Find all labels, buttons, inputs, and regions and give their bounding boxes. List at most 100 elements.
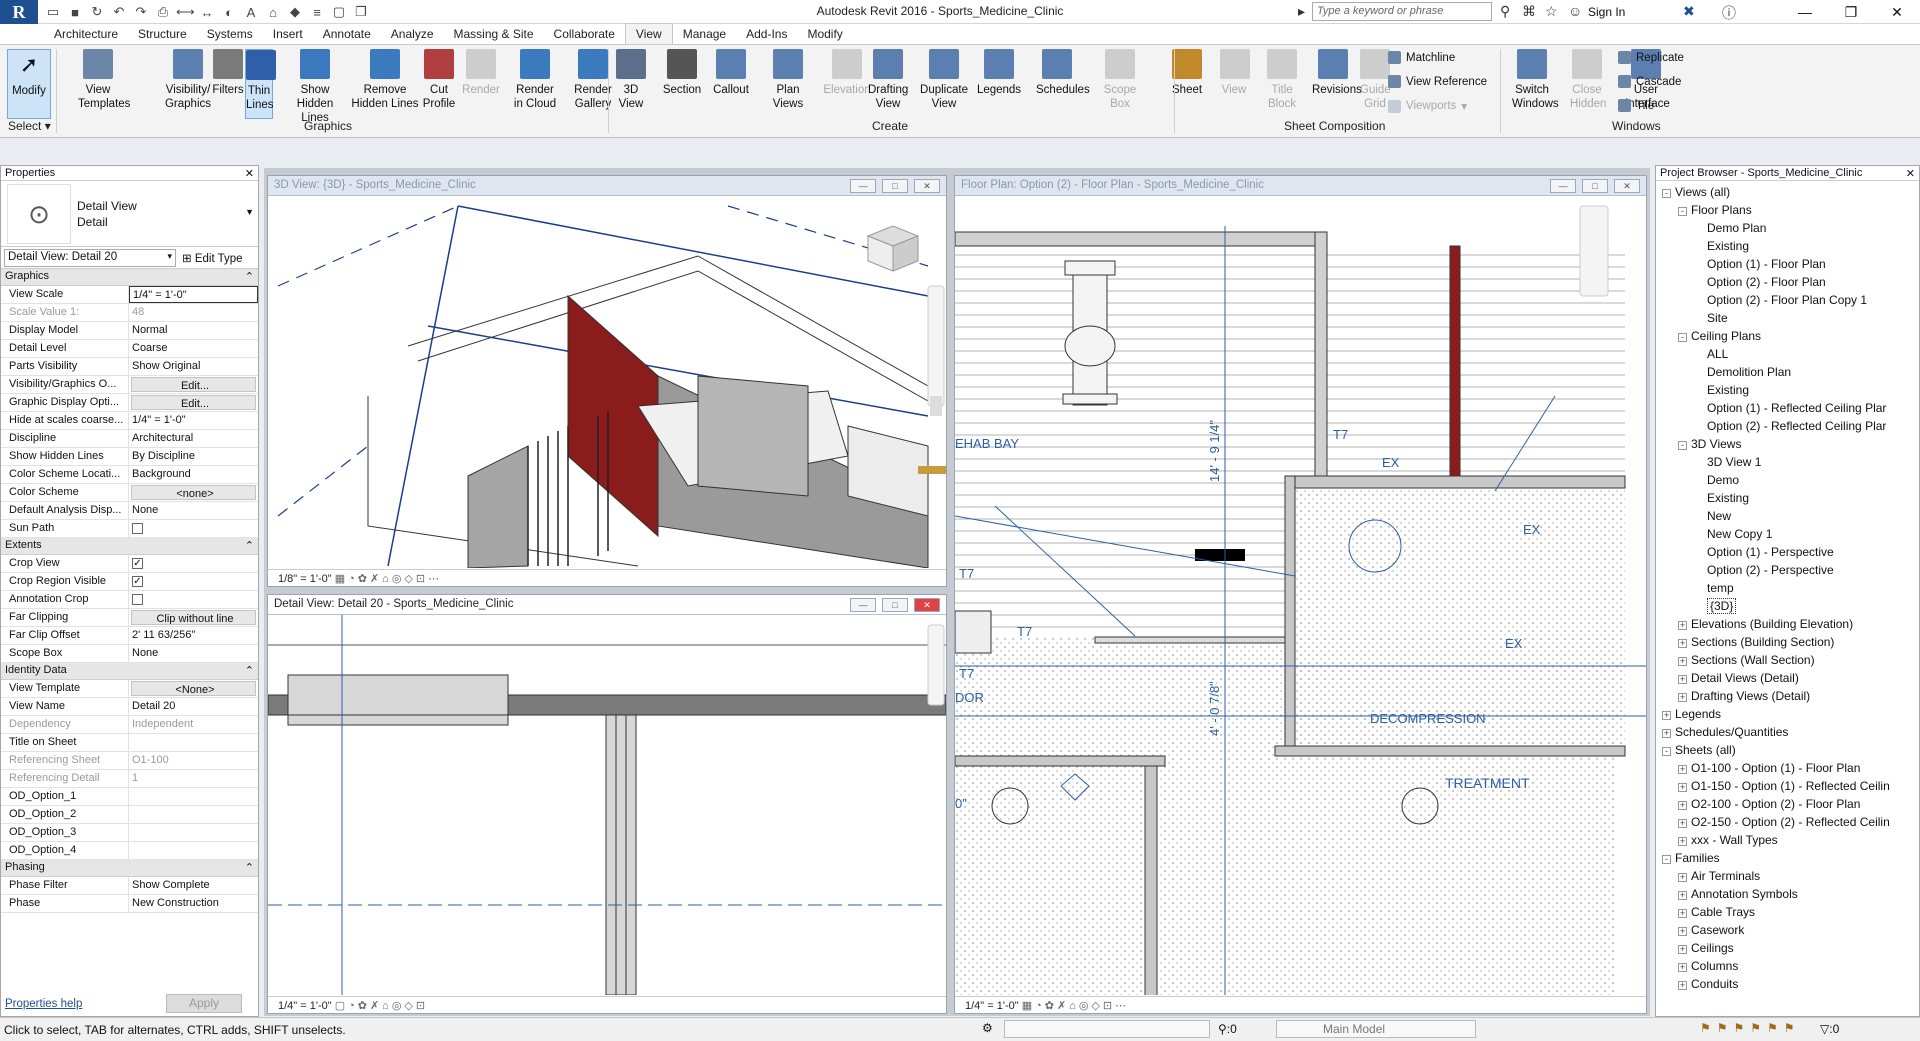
browser-node[interactable]: Option (2) - Floor Plan Copy 1 — [1658, 291, 1917, 309]
3d-view-button[interactable]: 3D View — [615, 49, 647, 111]
property-edit-button[interactable]: Edit... — [131, 377, 256, 392]
tab-massing-site[interactable]: Massing & Site — [444, 24, 544, 44]
expand-icon[interactable]: + — [1678, 693, 1687, 702]
show-hidden-lines-button[interactable]: Show Hidden Lines — [285, 49, 345, 125]
select-dropdown[interactable]: Select ▾ — [8, 119, 51, 133]
collapse-icon[interactable]: - — [1662, 747, 1671, 756]
property-value[interactable]: None — [129, 645, 258, 662]
tag-ex[interactable]: EX — [1382, 455, 1400, 470]
viewports-button[interactable]: Viewports ▾ — [1388, 99, 1467, 113]
tag-ex[interactable]: EX — [1523, 522, 1541, 537]
properties-help-link[interactable]: Properties help — [5, 998, 82, 1010]
tab-add-ins[interactable]: Add-Ins — [736, 24, 797, 44]
browser-node[interactable]: - Sheets (all) — [1658, 741, 1917, 759]
property-value[interactable]: By Discipline — [129, 448, 258, 465]
collapse-icon[interactable]: - — [1678, 207, 1687, 216]
view-controls-icon[interactable]: ▢◔✿✗⌂◎◇⊡ — [335, 1000, 428, 1012]
exchange-apps-icon[interactable]: ✖ — [1683, 3, 1695, 20]
guide-grid-button[interactable]: Guide Grid — [1360, 49, 1391, 111]
view-templates-button[interactable]: View Templates — [78, 49, 130, 111]
browser-node[interactable]: + O2-150 - Option (2) - Reflected Ceilin — [1658, 813, 1917, 831]
expand-icon[interactable]: + — [1678, 927, 1687, 936]
close-hidden-button[interactable]: Close Hidden — [1570, 49, 1606, 111]
browser-node[interactable]: Existing — [1658, 489, 1917, 507]
sheet-button[interactable]: Sheet — [1172, 49, 1202, 97]
3d-model-canvas[interactable] — [268, 196, 946, 568]
browser-node[interactable]: Option (2) - Reflected Ceiling Plar — [1658, 417, 1917, 435]
expand-icon[interactable]: + — [1662, 711, 1671, 720]
duplicate-view-button[interactable]: Duplicate View — [918, 49, 970, 111]
browser-node[interactable]: -3D Views — [1658, 435, 1917, 453]
property-value[interactable]: ✓ — [129, 555, 258, 572]
view-scale[interactable]: 1/4" = 1'-0" — [965, 1000, 1019, 1012]
tag-t7[interactable]: T7 — [1017, 624, 1032, 639]
tag-t7[interactable]: T7 — [1333, 427, 1348, 442]
property-value[interactable] — [129, 824, 258, 841]
filters-button[interactable]: Filters — [210, 49, 246, 97]
3d-view-icon[interactable]: ⌂ — [264, 5, 282, 20]
type-selector[interactable]: ⊙ Detail View Detail ▼ — [1, 181, 258, 247]
tab-manage[interactable]: Manage — [673, 24, 736, 44]
expand-icon[interactable]: + — [1678, 801, 1687, 810]
tab-systems[interactable]: Systems — [197, 24, 263, 44]
browser-node[interactable]: Option (2) - Floor Plan — [1658, 273, 1917, 291]
close-icon[interactable]: ✕ — [245, 167, 254, 180]
property-value[interactable] — [129, 788, 258, 805]
apply-button[interactable]: Apply — [166, 994, 242, 1013]
maximize-icon[interactable]: □ — [882, 179, 908, 193]
browser-node[interactable]: + O1-150 - Option (1) - Reflected Ceilin — [1658, 777, 1917, 795]
tab-view[interactable]: View — [624, 23, 673, 44]
callout-button[interactable]: Callout — [711, 49, 751, 97]
section-extents[interactable]: Extents ⌃ — [1, 538, 258, 555]
browser-node[interactable]: - Views (all) — [1658, 183, 1917, 201]
schedules-button[interactable]: Schedules — [1036, 49, 1090, 97]
property-value[interactable]: New Construction — [129, 895, 258, 912]
browser-node[interactable]: + Drafting Views (Detail) — [1658, 687, 1917, 705]
3d-view-window[interactable]: 3D View: {3D} - Sports_Medicine_Clinic — □… — [267, 175, 947, 587]
maximize-icon[interactable]: □ — [1582, 179, 1608, 193]
text-icon[interactable]: A — [242, 5, 260, 20]
property-value[interactable]: 1/4" = 1'-0" — [129, 286, 258, 303]
cascade-button[interactable]: Cascade — [1618, 75, 1681, 88]
collapse-icon[interactable]: ⌃ — [245, 664, 254, 678]
browser-node[interactable]: 3D View 1 — [1658, 453, 1917, 471]
search-expand-icon[interactable]: ▸ — [1298, 3, 1305, 20]
property-value[interactable] — [129, 842, 258, 859]
expand-icon[interactable]: + — [1678, 963, 1687, 972]
browser-node[interactable]: + xxx - Wall Types — [1658, 831, 1917, 849]
edit-type-button[interactable]: ⊞ Edit Type — [182, 251, 243, 265]
render-gallery-button[interactable]: Render Gallery — [570, 49, 616, 111]
render-button[interactable]: Render — [462, 49, 500, 97]
plan-views-button[interactable]: Plan Views — [771, 49, 805, 111]
collapse-icon[interactable]: - — [1678, 441, 1687, 450]
property-value[interactable]: Coarse — [129, 340, 258, 357]
section-graphics[interactable]: Graphics ⌃ — [1, 269, 258, 286]
cut-profile-button[interactable]: Cut Profile — [418, 49, 460, 111]
browser-node[interactable]: + Annotation Symbols — [1658, 885, 1917, 903]
elevation-button[interactable]: Elevation — [822, 49, 872, 97]
close-icon[interactable]: ✕ — [1614, 179, 1640, 193]
collapse-icon[interactable]: ⌃ — [245, 539, 254, 553]
browser-node[interactable]: temp — [1658, 579, 1917, 597]
browser-node[interactable]: Site — [1658, 309, 1917, 327]
tile-button[interactable]: Tile — [1618, 99, 1654, 112]
section-icon[interactable]: ◆ — [286, 4, 304, 20]
browser-node[interactable]: + O1-100 - Option (1) - Floor Plan — [1658, 759, 1917, 777]
browser-node[interactable]: + Detail Views (Detail) — [1658, 669, 1917, 687]
property-value[interactable]: None — [129, 502, 258, 519]
property-value[interactable] — [129, 520, 258, 537]
dimension-icon[interactable]: ↔ — [198, 5, 216, 20]
expand-icon[interactable]: + — [1678, 783, 1687, 792]
floor-plan-canvas[interactable]: EHAB BAY DECOMPRESSION TREATMENT DOR 0" … — [955, 196, 1646, 995]
checkbox[interactable] — [132, 522, 143, 534]
expand-icon[interactable]: + — [1662, 729, 1671, 738]
thin-lines-button[interactable]: Thin Lines — [245, 49, 276, 119]
open-icon[interactable]: ▭ — [44, 4, 62, 20]
collapse-icon[interactable]: ⌃ — [245, 861, 254, 875]
browser-node[interactable]: + Air Terminals — [1658, 867, 1917, 885]
browser-node[interactable]: Option (1) - Perspective — [1658, 543, 1917, 561]
browser-node[interactable]: Option (2) - Perspective — [1658, 561, 1917, 579]
view-scale[interactable]: 1/8" = 1'-0" — [278, 573, 332, 585]
checkbox[interactable]: ✓ — [132, 575, 143, 587]
render-in-cloud-button[interactable]: Render in Cloud — [512, 49, 558, 111]
